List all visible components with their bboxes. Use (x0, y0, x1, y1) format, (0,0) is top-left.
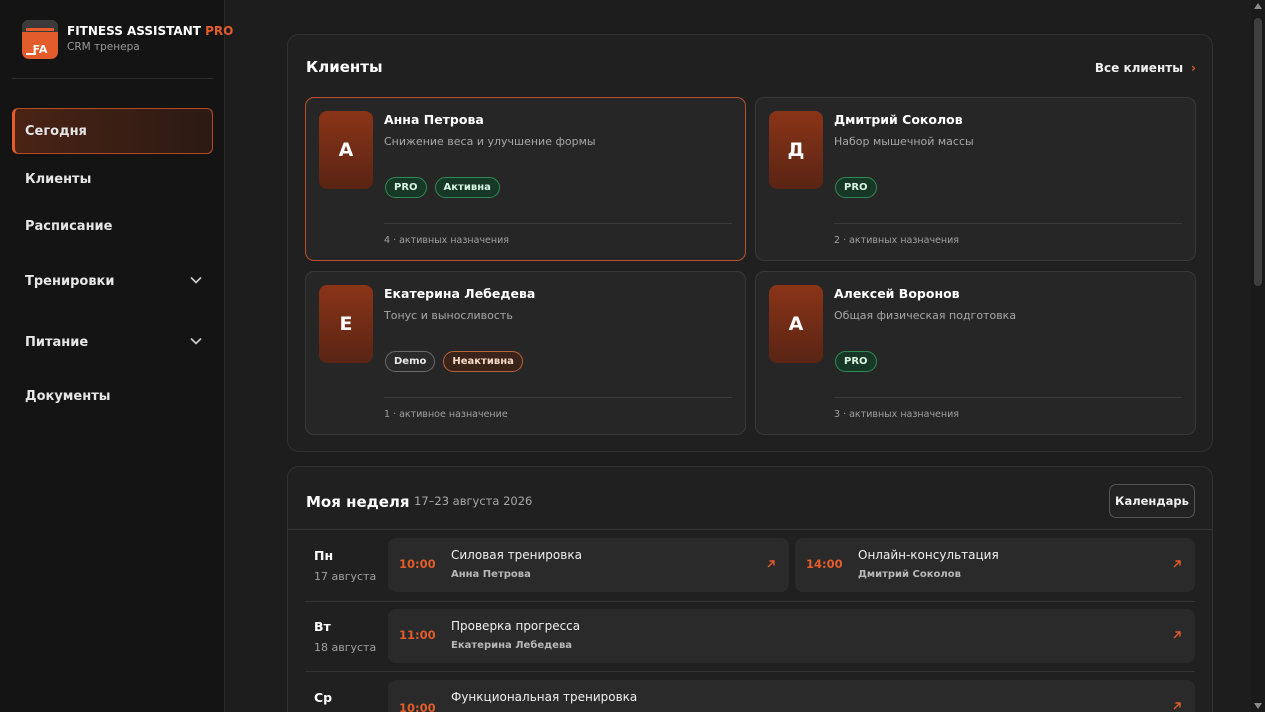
day-name: Пн (314, 548, 334, 563)
sidebar-item-label: Клиенты (25, 171, 92, 187)
day-name: Вт (314, 619, 331, 634)
client-card[interactable]: А Алексей Воронов Общая физическая подго… (755, 271, 1196, 435)
scrollbar-thumb[interactable] (1254, 18, 1262, 286)
event-time: 11:00 (399, 628, 436, 642)
status-badge: PRO (385, 177, 427, 198)
status-badge: Неактивна (443, 351, 523, 372)
sidebar-item-workouts[interactable]: Тренировки (12, 258, 213, 304)
status-badge: Активна (434, 177, 500, 198)
event-client: Анна Петрова (451, 569, 531, 580)
client-name: Алексей Воронов (834, 286, 960, 301)
clients-title: Клиенты (306, 58, 383, 76)
client-card[interactable]: А Анна Петрова Снижение веса и улучшение… (305, 97, 746, 261)
event-card[interactable]: 10:00 Силовая тренировка Анна Петрова (388, 538, 789, 592)
week-title: Моя неделя (306, 493, 410, 511)
sidebar: FA FITNESS ASSISTANT PRO CRM тренера Сег… (0, 0, 233, 712)
assignment-count: 2 · активных назначения (834, 235, 959, 246)
assignment-count: 3 · активных назначения (834, 409, 959, 420)
event-card[interactable]: 10:00 Функциональная тренировка (388, 680, 1195, 712)
assignment-count: 1 · активное назначение (384, 409, 508, 420)
all-clients-link[interactable]: Все клиенты › (1095, 61, 1196, 75)
event-card[interactable]: 11:00 Проверка прогресса Екатерина Лебед… (388, 609, 1195, 663)
event-client: Екатерина Лебедева (451, 640, 573, 651)
event-title: Проверка прогресса (451, 619, 581, 633)
client-name: Анна Петрова (384, 112, 484, 127)
arrow-up-right-icon[interactable] (765, 558, 777, 570)
day-date: 17 августа (314, 570, 377, 583)
event-time: 10:00 (399, 557, 436, 571)
sidebar-item-label: Сегодня (25, 123, 87, 139)
clients-panel: Клиенты Все клиенты › А Анна Петрова Сниж… (287, 34, 1213, 452)
client-goal: Снижение веса и улучшение формы (384, 135, 596, 148)
day-name: Ср (314, 690, 333, 705)
sidebar-item-nutrition[interactable]: Питание (12, 319, 213, 365)
status-badge: PRO (835, 351, 877, 372)
chevron-down-icon[interactable] (189, 273, 203, 287)
sidebar-item-label: Тренировки (25, 273, 115, 289)
client-goal: Набор мышечной массы (834, 135, 974, 148)
card-divider (834, 223, 1182, 224)
week-panel: Моя неделя 17–23 августа 2026 Календарь … (287, 466, 1213, 712)
day-date: 18 августа (314, 641, 377, 654)
event-time: 14:00 (806, 557, 843, 571)
event-time: 10:00 (399, 701, 436, 712)
week-range: 17–23 августа 2026 (414, 494, 533, 508)
avatar: А (319, 111, 373, 189)
event-title: Функциональная тренировка (451, 690, 638, 704)
sidebar-item-label: Расписание (25, 218, 113, 234)
status-badge: Demo (385, 351, 436, 372)
arrow-up-right-icon[interactable] (1171, 629, 1183, 641)
card-divider (384, 397, 732, 398)
scroll-up-arrow-icon[interactable] (1254, 3, 1262, 9)
client-goal: Тонус и выносливость (384, 309, 513, 322)
week-divider (288, 529, 1212, 530)
brand[interactable]: FA FITNESS ASSISTANT PRO CRM тренера (22, 20, 233, 59)
event-title: Онлайн-консультация (858, 548, 999, 562)
arrow-up-right-icon[interactable] (1171, 700, 1183, 712)
arrow-up-right-icon[interactable] (1171, 558, 1183, 570)
brand-name-suffix: PRO (205, 24, 234, 38)
scroll-down-arrow-icon[interactable] (1254, 703, 1262, 709)
brand-subtitle: CRM тренера (67, 41, 140, 53)
card-divider (384, 223, 732, 224)
avatar: Е (319, 285, 373, 363)
app-logo: FA (22, 20, 58, 59)
sidebar-item-today[interactable]: Сегодня (12, 108, 213, 154)
chevron-down-icon[interactable] (189, 334, 203, 348)
sidebar-item-schedule[interactable]: Расписание (12, 203, 213, 249)
scrollbar[interactable] (1251, 0, 1265, 712)
client-name: Дмитрий Соколов (834, 112, 963, 127)
brand-name: FITNESS ASSISTANT PRO (67, 24, 234, 38)
sidebar-item-clients[interactable]: Клиенты (12, 156, 213, 202)
client-card[interactable]: Д Дмитрий Соколов Набор мышечной массы P… (755, 97, 1196, 261)
event-card[interactable]: 14:00 Онлайн-консультация Дмитрий Соколо… (795, 538, 1195, 592)
sidebar-item-label: Питание (25, 334, 89, 350)
client-goal: Общая физическая подготовка (834, 309, 1017, 322)
avatar: А (769, 285, 823, 363)
avatar: Д (769, 111, 823, 189)
logo-text: FA (32, 43, 48, 56)
client-card[interactable]: Е Екатерина Лебедева Тонус и выносливост… (305, 271, 746, 435)
day-divider (305, 671, 1195, 672)
sidebar-item-documents[interactable]: Документы (12, 373, 213, 419)
sidebar-item-label: Документы (25, 388, 111, 404)
card-divider (834, 397, 1182, 398)
sidebar-divider (12, 78, 213, 79)
event-client: Дмитрий Соколов (858, 569, 961, 580)
event-title: Силовая тренировка (451, 548, 582, 562)
day-divider (305, 601, 1195, 602)
calendar-button[interactable]: Календарь (1109, 484, 1195, 518)
status-badge: PRO (835, 177, 877, 198)
client-name: Екатерина Лебедева (384, 286, 536, 301)
chevron-right-icon: › (1191, 61, 1196, 75)
assignment-count: 4 · активных назначения (384, 235, 509, 246)
